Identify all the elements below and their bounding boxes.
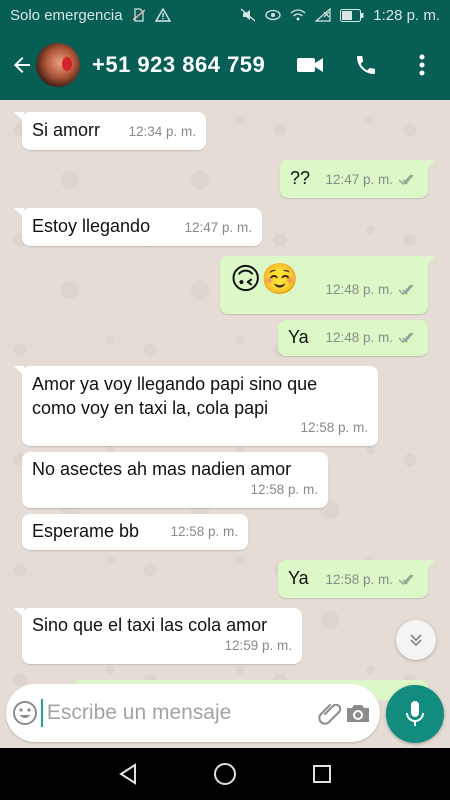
message-time: 12:58 p. m. (250, 482, 318, 497)
message-text: Estoy llegando (32, 216, 151, 236)
status-bar: Solo emergencia 1:28 p. m. (0, 0, 450, 30)
message-text: Ya (288, 568, 309, 588)
carrier-label: Solo emergencia (10, 6, 123, 24)
double-check-icon (398, 174, 414, 186)
chat-header: +51 923 864 759 (0, 30, 450, 100)
nav-home-button[interactable] (205, 754, 245, 794)
recents-square-icon (312, 765, 331, 783)
message-text: 🙃☺️ (230, 263, 299, 296)
voice-call-button[interactable] (338, 37, 394, 93)
camera-button[interactable] (345, 692, 372, 734)
battery-icon (340, 8, 364, 22)
message-time: 12:58 p. m. (325, 572, 393, 587)
message-text: Ya (288, 327, 309, 347)
more-options-button[interactable] (394, 37, 450, 93)
wifi-icon (290, 9, 306, 21)
chat-area[interactable]: Si amorr 12:34 p. m. ?? 12:47 p. m. Esto… (0, 100, 450, 748)
double-chevron-down-icon (410, 634, 422, 647)
message-time: 12:58 p. m. (170, 524, 238, 539)
nav-back-button[interactable] (108, 754, 148, 794)
back-arrow-icon (14, 57, 30, 73)
message-outgoing[interactable]: ?? 12:47 p. m. (280, 160, 436, 198)
eye-icon (265, 9, 281, 21)
home-circle-icon (213, 763, 236, 785)
message-text: Amor ya voy llegando papi sino que como … (32, 374, 318, 418)
double-check-icon (398, 574, 414, 586)
camera-icon (347, 705, 370, 722)
back-triangle-icon (119, 763, 137, 785)
message-incoming[interactable]: No asectes ah mas nadien amor 12:58 p. m… (22, 452, 328, 508)
mic-icon (406, 701, 424, 726)
warning-icon (154, 8, 171, 22)
message-time: 12:34 p. m. (128, 124, 196, 139)
nav-recents-button[interactable] (302, 754, 342, 794)
status-time: 1:28 p. m. (373, 6, 440, 24)
message-time: 12:59 p. m. (224, 638, 292, 653)
video-call-icon (297, 58, 323, 72)
message-outgoing[interactable]: Ya 12:58 p. m. (278, 560, 436, 598)
double-check-icon (398, 332, 414, 344)
message-incoming[interactable]: Esperame bb 12:58 p. m. (22, 514, 248, 550)
message-time: 12:47 p. m. (184, 220, 252, 235)
emoji-button[interactable] (10, 689, 41, 737)
message-incoming[interactable]: Amor ya voy llegando papi sino que como … (14, 366, 378, 446)
voice-record-button[interactable] (386, 685, 444, 743)
message-text: No asectes ah mas nadien amor (32, 459, 292, 479)
message-text: Esperame bb (32, 521, 140, 541)
message-time: 12:48 p. m. (325, 282, 393, 297)
message-text: Si amorr (32, 120, 101, 140)
message-outgoing[interactable]: Ya 12:48 p. m. (278, 320, 428, 356)
message-text: Sino que el taxi las cola amor (32, 615, 268, 635)
scroll-to-bottom-button[interactable] (396, 620, 436, 660)
contact-avatar[interactable] (36, 43, 80, 87)
emoji-icon (13, 701, 38, 725)
message-time: 12:58 p. m. (300, 420, 368, 435)
system-navigation-bar (0, 748, 450, 800)
attach-button[interactable] (318, 692, 345, 734)
contact-phone-title[interactable]: +51 923 864 759 (92, 52, 265, 78)
no-sim-icon (132, 8, 146, 22)
video-call-button[interactable] (282, 37, 338, 93)
message-outgoing-emoji[interactable]: 🙃☺️ 12:48 p. m. (220, 256, 436, 314)
attach-icon (318, 703, 342, 725)
double-check-icon (398, 284, 414, 296)
message-incoming[interactable]: Sino que el taxi las cola amor 12:59 p. … (14, 608, 302, 664)
message-time: 12:47 p. m. (325, 172, 393, 187)
message-text: ?? (290, 168, 311, 188)
message-input[interactable] (40, 699, 318, 727)
message-time: 12:48 p. m. (325, 330, 393, 345)
mute-icon (240, 8, 256, 22)
more-vert-icon (419, 54, 425, 76)
message-incoming[interactable]: Estoy llegando 12:47 p. m. (14, 208, 262, 246)
message-incoming[interactable]: Si amorr 12:34 p. m. (14, 112, 206, 150)
signal-off-icon (315, 8, 331, 22)
phone-call-icon (357, 56, 375, 74)
message-composer (6, 684, 380, 742)
